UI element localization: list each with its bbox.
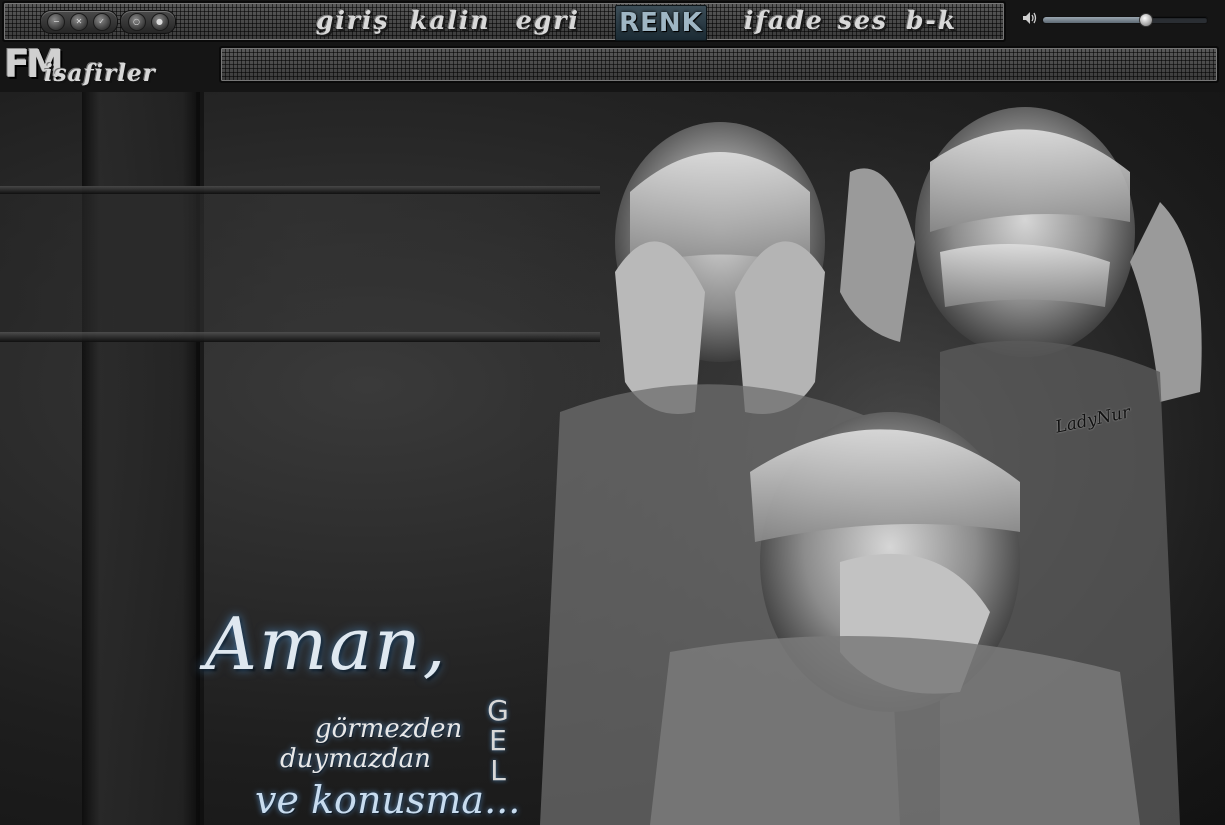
logo-text: isafirler [44,60,156,87]
artwork-figures-image [520,92,1225,825]
menu-item-egri[interactable]: egri [516,5,580,37]
circle-icon: ○ [133,17,140,26]
quote-line: duymazdan [280,744,431,774]
top-toolbar: − ✕ ✓ ○ ● giriş kalin egri RENK ifade se… [2,1,1006,42]
record-button[interactable]: ● [150,13,169,31]
speaker-icon[interactable] [1022,11,1038,25]
decor-divider [0,186,600,194]
decor-panel [0,194,600,332]
media-button-group: ○ ● [120,10,176,34]
site-logo[interactable]: FM isafirler [4,40,174,94]
check-button[interactable]: ✓ [92,13,111,31]
quote-line: ve konusma... [255,778,521,822]
menu-item-giris[interactable]: giriş [316,5,390,37]
quote-title: Aman, [205,602,448,686]
window-button-group: − ✕ ✓ [40,10,118,34]
volume-control [1022,8,1212,30]
quote-letter: E [489,724,507,757]
minimize-icon: − [52,17,60,26]
volume-fill [1043,17,1145,23]
quote-line: görmezden [315,714,463,744]
menu-item-ifade[interactable]: ifade [744,5,824,37]
quote-letter: G [487,694,509,727]
main-artwork: LadyNur Aman, görmezden duymazdan ve kon… [0,92,1225,825]
volume-handle[interactable] [1138,13,1153,27]
menu-item-bk[interactable]: b-k [906,5,957,37]
minimize-button[interactable]: − [47,13,66,31]
close-icon: ✕ [75,17,83,26]
close-button[interactable]: ✕ [69,13,88,31]
record-icon: ● [156,17,163,26]
stop-button[interactable]: ○ [127,13,146,31]
menu-item-ses[interactable]: ses [838,5,888,37]
menu-item-renk[interactable]: RENK [615,5,707,41]
volume-slider[interactable] [1042,13,1208,27]
quote-vertical-word: G E L [482,696,514,786]
ticker-bar [219,46,1219,83]
check-icon: ✓ [98,17,105,26]
menu-item-kalin[interactable]: kalin [410,5,491,37]
quote-letter: L [490,754,506,787]
decor-divider [0,332,600,342]
